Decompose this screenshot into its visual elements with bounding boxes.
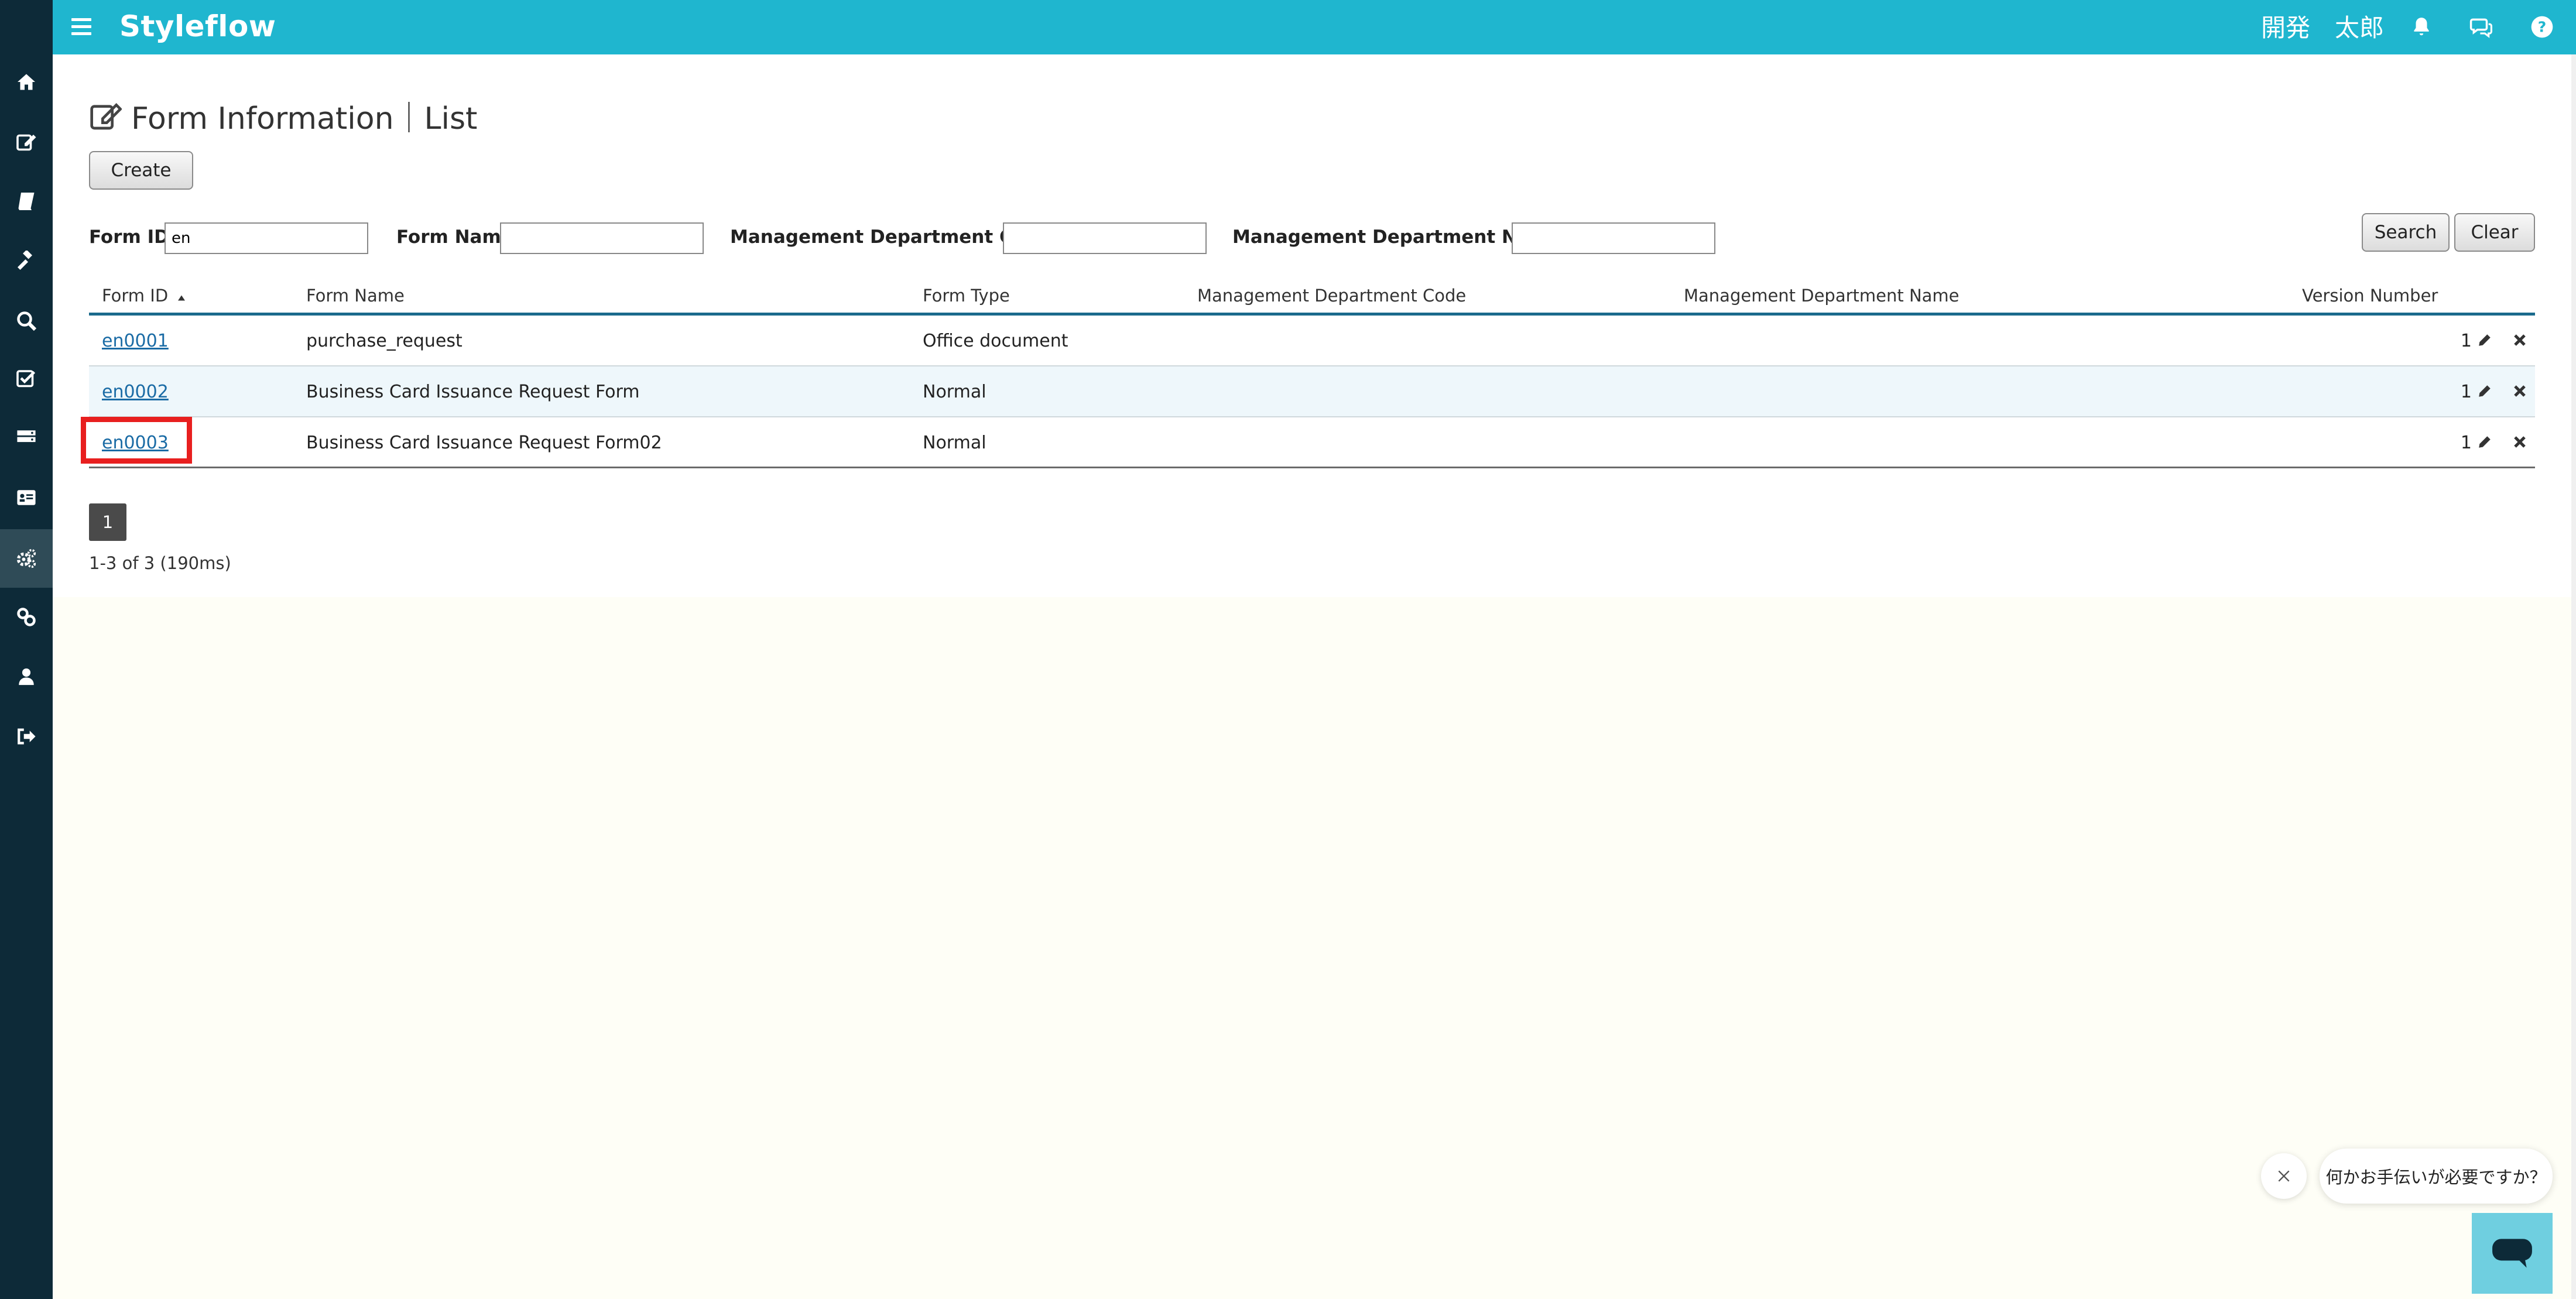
delete-icon[interactable] bbox=[2509, 431, 2530, 453]
column-header-label: Form ID bbox=[102, 286, 169, 306]
bell-icon[interactable] bbox=[2409, 14, 2434, 40]
table-header: Form ID Form Name Form Type Management D… bbox=[89, 276, 2535, 316]
sidebar-item-search[interactable] bbox=[0, 292, 53, 350]
server-icon bbox=[17, 430, 36, 443]
scrollbar[interactable] bbox=[2571, 54, 2576, 1299]
chat-prompt[interactable]: 何かお手伝いが必要ですか？ bbox=[2320, 1149, 2553, 1204]
user-icon bbox=[19, 668, 34, 686]
svg-text:?: ? bbox=[2538, 18, 2547, 35]
version-cell: 1 bbox=[2460, 331, 2472, 351]
sidebar-item-book[interactable] bbox=[0, 172, 53, 231]
sidebar-item-id-card[interactable] bbox=[0, 468, 53, 527]
chat-icon[interactable] bbox=[2468, 14, 2494, 40]
form-id-link[interactable]: en0002 bbox=[102, 382, 169, 402]
top-header: Styleflow 開発 太郎 ? bbox=[0, 0, 2576, 54]
book-icon bbox=[18, 193, 35, 210]
column-header-version[interactable]: Version Number bbox=[2302, 286, 2438, 306]
sidebar-item-user[interactable] bbox=[0, 647, 53, 706]
page-button[interactable]: 1 bbox=[89, 503, 126, 541]
form-id-link[interactable]: en0001 bbox=[102, 331, 169, 351]
pencil-icon[interactable] bbox=[2474, 431, 2495, 453]
search-icon bbox=[17, 311, 37, 331]
menu-icon[interactable] bbox=[71, 18, 91, 36]
form-name-cell: purchase_request bbox=[306, 331, 463, 351]
chat-icon bbox=[2492, 1239, 2532, 1268]
sidebar-item-sign-out[interactable] bbox=[0, 707, 53, 766]
form-name-label: Form Name bbox=[396, 227, 513, 248]
sidebar-item-check[interactable] bbox=[0, 349, 53, 407]
highlight-box bbox=[81, 417, 192, 464]
form-name-cell: Business Card Issuance Request Form02 bbox=[306, 433, 662, 453]
form-name-cell: Business Card Issuance Request Form bbox=[306, 382, 640, 402]
close-icon bbox=[2278, 1170, 2290, 1182]
link-icon bbox=[17, 608, 36, 626]
page-title: Form Information｜List bbox=[89, 94, 477, 138]
version-cell: 1 bbox=[2460, 382, 2472, 402]
clear-button[interactable]: Clear bbox=[2454, 213, 2535, 252]
help-icon[interactable]: ? bbox=[2529, 14, 2555, 40]
sidebar-item-link[interactable] bbox=[0, 588, 53, 646]
id-card-icon bbox=[17, 490, 36, 505]
sidebar-item-edit[interactable] bbox=[0, 112, 53, 171]
sidebar bbox=[0, 0, 53, 1299]
column-header-form-type[interactable]: Form Type bbox=[923, 286, 1010, 306]
table-row: en0001 purchase_request Office document … bbox=[89, 316, 2535, 366]
pencil-icon[interactable] bbox=[2474, 330, 2495, 351]
edit-icon bbox=[90, 102, 122, 129]
sidebar-item-home[interactable] bbox=[0, 53, 53, 111]
home-icon bbox=[18, 74, 35, 90]
edit-icon bbox=[16, 134, 36, 151]
page-title-text: Form Information｜List bbox=[131, 101, 478, 136]
chat-launcher-button[interactable] bbox=[2472, 1213, 2553, 1294]
column-header-form-name[interactable]: Form Name bbox=[306, 286, 405, 306]
sidebar-item-settings[interactable] bbox=[0, 529, 53, 588]
brand-logo[interactable]: Styleflow bbox=[119, 9, 276, 43]
cogs-icon bbox=[16, 549, 36, 568]
form-type-cell: Normal bbox=[923, 382, 986, 402]
sort-ascending-icon bbox=[178, 295, 186, 301]
form-type-cell: Normal bbox=[923, 433, 986, 453]
form-name-input[interactable] bbox=[500, 222, 704, 254]
form-id-label: Form ID bbox=[89, 227, 169, 248]
column-header-dept-name[interactable]: Management Department Name bbox=[1684, 286, 1960, 306]
version-cell: 1 bbox=[2460, 433, 2472, 453]
chat-close-button[interactable] bbox=[2261, 1153, 2307, 1199]
sign-out-icon bbox=[18, 728, 36, 745]
table-row: en0002 Business Card Issuance Request Fo… bbox=[89, 366, 2535, 417]
column-header-form-id[interactable]: Form ID bbox=[102, 286, 186, 306]
table-row: en0003 Business Card Issuance Request Fo… bbox=[89, 417, 2535, 468]
result-count: 1-3 of 3 (190ms) bbox=[89, 553, 231, 573]
pencil-icon[interactable] bbox=[2474, 381, 2495, 402]
form-type-cell: Office document bbox=[923, 331, 1068, 351]
dept-name-input[interactable] bbox=[1512, 222, 1715, 254]
gavel-icon bbox=[18, 251, 32, 270]
column-header-dept-code[interactable]: Management Department Code bbox=[1197, 286, 1466, 306]
sidebar-item-server[interactable] bbox=[0, 409, 53, 467]
search-button[interactable]: Search bbox=[2362, 213, 2450, 252]
create-button[interactable]: Create bbox=[89, 151, 193, 190]
delete-icon[interactable] bbox=[2509, 381, 2530, 402]
form-table: Form ID Form Name Form Type Management D… bbox=[89, 276, 2535, 468]
delete-icon[interactable] bbox=[2509, 330, 2530, 351]
check-square-icon bbox=[16, 370, 36, 388]
form-id-input[interactable] bbox=[165, 222, 368, 254]
dept-code-input[interactable] bbox=[1003, 222, 1207, 254]
user-name[interactable]: 開発 太郎 bbox=[2261, 8, 2384, 44]
sidebar-item-gavel[interactable] bbox=[0, 232, 53, 290]
